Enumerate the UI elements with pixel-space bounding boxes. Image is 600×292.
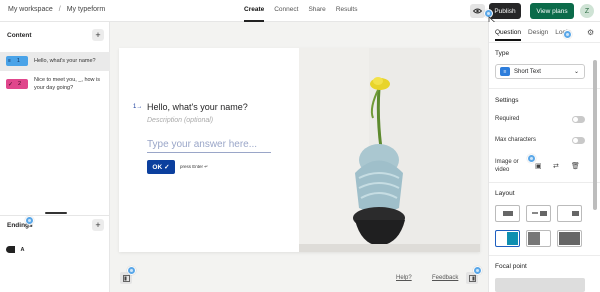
press-enter-hint: press Enter ↵ — [180, 164, 209, 169]
divider — [489, 255, 600, 256]
image-video-label: Image or video — [495, 159, 519, 173]
settings-heading: Settings — [495, 97, 519, 104]
question-pane: 1→ Hello, what's your name? Description … — [119, 48, 299, 252]
question-description[interactable]: Description (optional) — [147, 117, 213, 124]
layout-option-1[interactable] — [495, 205, 520, 222]
eye-icon — [473, 8, 482, 14]
image-icon[interactable]: ▣ — [535, 162, 542, 170]
ok-label: OK — [152, 163, 163, 171]
endings-divider — [0, 215, 110, 216]
layout-option-2[interactable] — [526, 205, 551, 222]
question-badge-1: ≡ 1 — [6, 56, 28, 66]
tab-create[interactable]: Create — [244, 6, 264, 13]
add-ending-button[interactable]: + — [92, 219, 104, 231]
resize-handle[interactable] — [45, 212, 67, 214]
question-image — [299, 48, 480, 252]
breadcrumb-separator: / — [58, 6, 61, 13]
type-heading: Type — [495, 50, 510, 57]
ok-button[interactable]: OK ✓ — [147, 160, 175, 174]
settings-panel: QuestionDesignLogic ⚙ Type ≡ Short Text … — [488, 22, 600, 292]
swap-icon[interactable]: ⇄ — [553, 162, 559, 170]
form-preview-canvas[interactable]: 1→ Hello, what's your name? Description … — [119, 48, 480, 252]
focal-point-heading: Focal point — [495, 263, 527, 270]
short-text-type-icon: ≡ — [500, 67, 510, 76]
flower-vase-image — [299, 48, 480, 252]
question-number-2: 2 — [18, 81, 22, 87]
settings-tab-indicator — [495, 39, 521, 41]
layout-option-5[interactable] — [526, 230, 551, 247]
layout-option-3[interactable] — [557, 205, 582, 222]
ending-label: A — [20, 246, 25, 253]
arrow-right-icon: → — [136, 104, 143, 110]
required-label: Required — [495, 116, 520, 122]
tab-question[interactable]: Question — [495, 29, 521, 36]
divider — [489, 42, 600, 43]
layout-option-6[interactable] — [557, 230, 582, 247]
max-characters-label: Max characters — [495, 137, 537, 143]
breadcrumb-workspace[interactable]: My workspace — [8, 6, 53, 13]
question-text-2: Nice to meet you, _, how is your day goi… — [34, 77, 101, 91]
breadcrumb: My workspace / My typeform — [8, 6, 105, 13]
content-heading: Content — [7, 32, 32, 39]
hotspot-fullscreen — [473, 266, 482, 275]
question-number: 1→ — [133, 104, 142, 110]
tab-results[interactable]: Results — [336, 6, 358, 13]
fullscreen-icon — [468, 274, 476, 282]
question-type-select[interactable]: ≡ Short Text ⌄ — [495, 64, 585, 79]
active-tab-indicator — [244, 20, 264, 22]
preview-button[interactable] — [470, 4, 485, 18]
view-plans-button[interactable]: View plans — [530, 3, 574, 19]
tab-share[interactable]: Share — [308, 6, 325, 13]
short-text-icon: ≡ — [8, 58, 11, 64]
check-icon: ✓ — [164, 164, 170, 171]
main-nav-tabs: Create Connect Share Results — [244, 6, 368, 13]
checkmark-icon: ✓ — [8, 81, 14, 88]
chevron-down-icon: ⌄ — [573, 69, 579, 75]
hotspot-logic — [563, 30, 572, 39]
add-content-button[interactable]: + — [92, 29, 104, 41]
feedback-link[interactable]: Feedback — [432, 275, 458, 281]
required-toggle[interactable] — [572, 116, 585, 123]
gear-icon[interactable]: ⚙ — [587, 28, 594, 37]
question-badge-2: ✓ 2 — [6, 79, 28, 89]
top-bar: My workspace / My typeform Create Connect Sh… — [0, 0, 600, 22]
question-title[interactable]: Hello, what's your name? — [147, 102, 248, 112]
hotspot-endings — [25, 216, 34, 225]
focal-point-preview[interactable] — [495, 278, 585, 292]
tab-design[interactable]: Design — [528, 29, 548, 36]
question-item-1[interactable]: ≡ 1 Hello, what's your name? — [0, 52, 110, 71]
question-type-value: Short Text — [514, 68, 541, 75]
avatar[interactable]: Z — [580, 4, 594, 18]
question-text-1: Hello, what's your name? — [34, 58, 96, 64]
ending-item[interactable]: A — [6, 246, 32, 256]
scrollbar[interactable] — [593, 60, 597, 210]
divider — [489, 182, 600, 183]
hotspot-layout — [127, 266, 136, 275]
trash-icon[interactable]: 🗑 — [571, 162, 580, 170]
hotspot-media — [527, 154, 536, 163]
divider — [489, 88, 600, 89]
question-number-1: 1 — [16, 58, 20, 64]
tab-connect[interactable]: Connect — [274, 6, 298, 13]
answer-input[interactable]: Type your answer here... — [147, 139, 271, 153]
layout-option-4[interactable] — [495, 230, 520, 247]
max-characters-toggle[interactable] — [572, 137, 585, 144]
content-sidebar: Content + ≡ 1 Hello, what's your name? ✓… — [0, 22, 110, 292]
ending-icon — [6, 246, 15, 253]
help-link[interactable]: Help? — [396, 275, 412, 281]
layout-heading: Layout — [495, 190, 515, 197]
panel-icon — [122, 274, 130, 282]
question-item-2[interactable]: ✓ 2 Nice to meet you, _, how is your day… — [0, 74, 110, 96]
breadcrumb-form-name[interactable]: My typeform — [67, 6, 106, 13]
